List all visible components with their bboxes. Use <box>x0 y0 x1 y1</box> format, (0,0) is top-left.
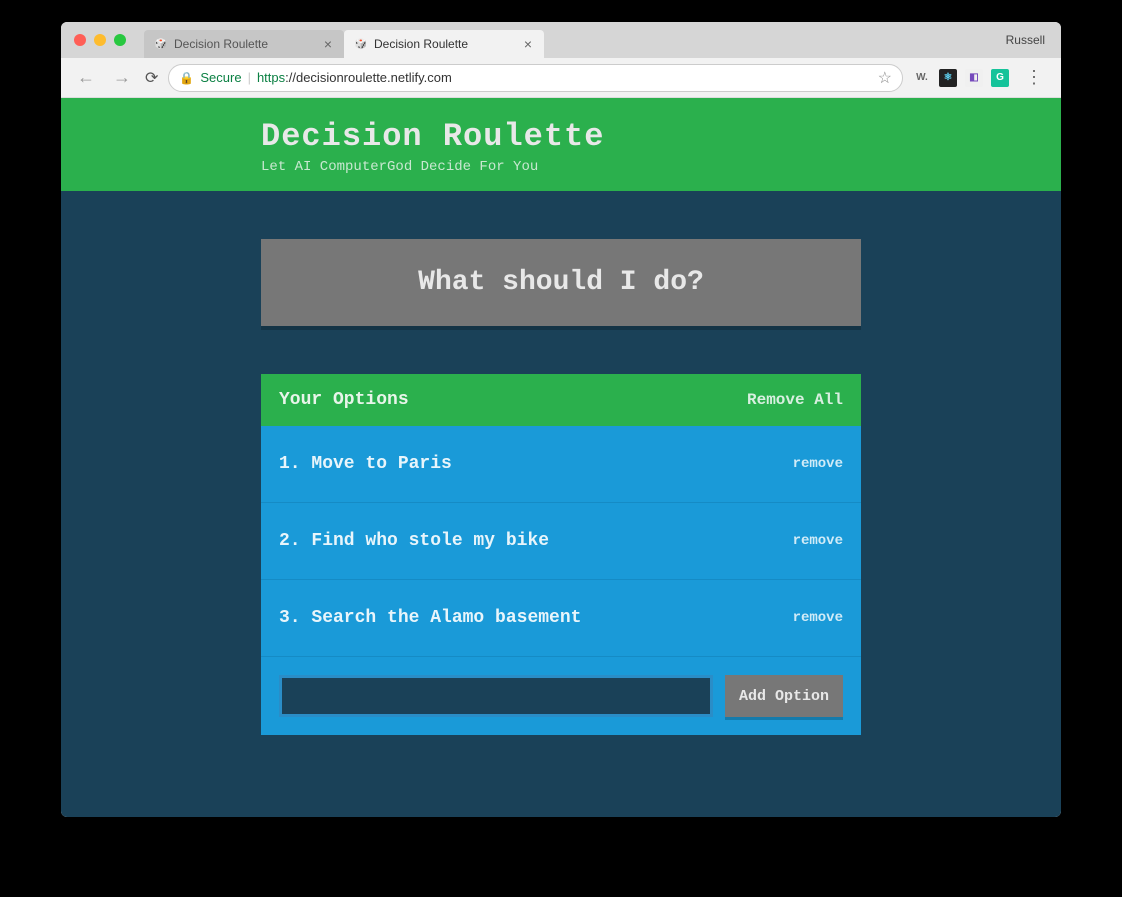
tab-close-button[interactable]: × <box>322 36 334 52</box>
remove-option-button[interactable]: remove <box>793 456 843 472</box>
remove-all-button[interactable]: Remove All <box>747 391 843 409</box>
menu-button[interactable]: ⋮ <box>1019 67 1049 88</box>
bookmark-star-icon[interactable]: ☆ <box>878 68 892 88</box>
options-panel: Your Options Remove All 1. Move to Paris… <box>261 374 861 735</box>
extension-icons: W. ⚛ ◧ G <box>913 69 1009 87</box>
grammarly-extension-icon[interactable]: G <box>991 69 1009 87</box>
page-viewport: Decision Roulette Let AI ComputerGod Dec… <box>61 98 1061 817</box>
options-title: Your Options <box>279 390 409 410</box>
redux-devtools-extension-icon[interactable]: ◧ <box>965 69 983 87</box>
minimize-window-button[interactable] <box>94 34 106 46</box>
option-text: 2. Find who stole my bike <box>279 531 549 551</box>
favicon-icon: 🎲 <box>154 37 168 51</box>
option-row: 3. Search the Alamo basement remove <box>261 580 861 657</box>
options-header: Your Options Remove All <box>261 374 861 426</box>
remove-option-button[interactable]: remove <box>793 610 843 626</box>
app-title: Decision Roulette <box>261 118 861 155</box>
app-header: Decision Roulette Let AI ComputerGod Dec… <box>61 98 1061 191</box>
option-row: 1. Move to Paris remove <box>261 426 861 503</box>
secure-label: Secure <box>200 70 241 85</box>
reload-button[interactable]: ⟳ <box>145 68 158 88</box>
profile-name[interactable]: Russell <box>1006 33 1053 47</box>
add-option-input[interactable] <box>279 675 713 717</box>
forward-button[interactable]: → <box>109 67 135 88</box>
lock-icon: 🔒 <box>179 71 194 85</box>
add-option-button[interactable]: Add Option <box>725 675 843 717</box>
tab-bar: 🎲 Decision Roulette × 🎲 Decision Roulette × R… <box>61 22 1061 58</box>
address-bar: ← → ⟳ 🔒 Secure | https://decisionroulett… <box>61 58 1061 98</box>
add-option-form: Add Option <box>261 657 861 735</box>
option-text: 1. Move to Paris <box>279 454 452 474</box>
option-row: 2. Find who stole my bike remove <box>261 503 861 580</box>
tabs-container: 🎲 Decision Roulette × 🎲 Decision Roulette × <box>144 22 544 58</box>
option-text: 3. Search the Alamo basement <box>279 608 581 628</box>
tab-close-button[interactable]: × <box>522 36 534 52</box>
browser-tab[interactable]: 🎲 Decision Roulette × <box>344 30 544 58</box>
tab-title: Decision Roulette <box>374 37 516 51</box>
maximize-window-button[interactable] <box>114 34 126 46</box>
favicon-icon: 🎲 <box>354 37 368 51</box>
decide-button[interactable]: What should I do? <box>261 239 861 326</box>
url-bar[interactable]: 🔒 Secure | https://decisionroulette.netl… <box>168 64 903 92</box>
traffic-lights <box>69 34 136 46</box>
browser-window: 🎲 Decision Roulette × 🎲 Decision Roulette × R… <box>61 22 1061 817</box>
react-devtools-extension-icon[interactable]: ⚛ <box>939 69 957 87</box>
remove-option-button[interactable]: remove <box>793 533 843 549</box>
close-window-button[interactable] <box>74 34 86 46</box>
back-button[interactable]: ← <box>73 67 99 88</box>
tab-title: Decision Roulette <box>174 37 316 51</box>
wappalyzer-extension-icon[interactable]: W. <box>913 69 931 87</box>
url-text: https://decisionroulette.netlify.com <box>257 70 452 85</box>
options-list: 1. Move to Parisremove2. Find who stole … <box>261 426 861 657</box>
browser-tab[interactable]: 🎲 Decision Roulette × <box>144 30 344 58</box>
app-subtitle: Let AI ComputerGod Decide For You <box>261 159 861 175</box>
